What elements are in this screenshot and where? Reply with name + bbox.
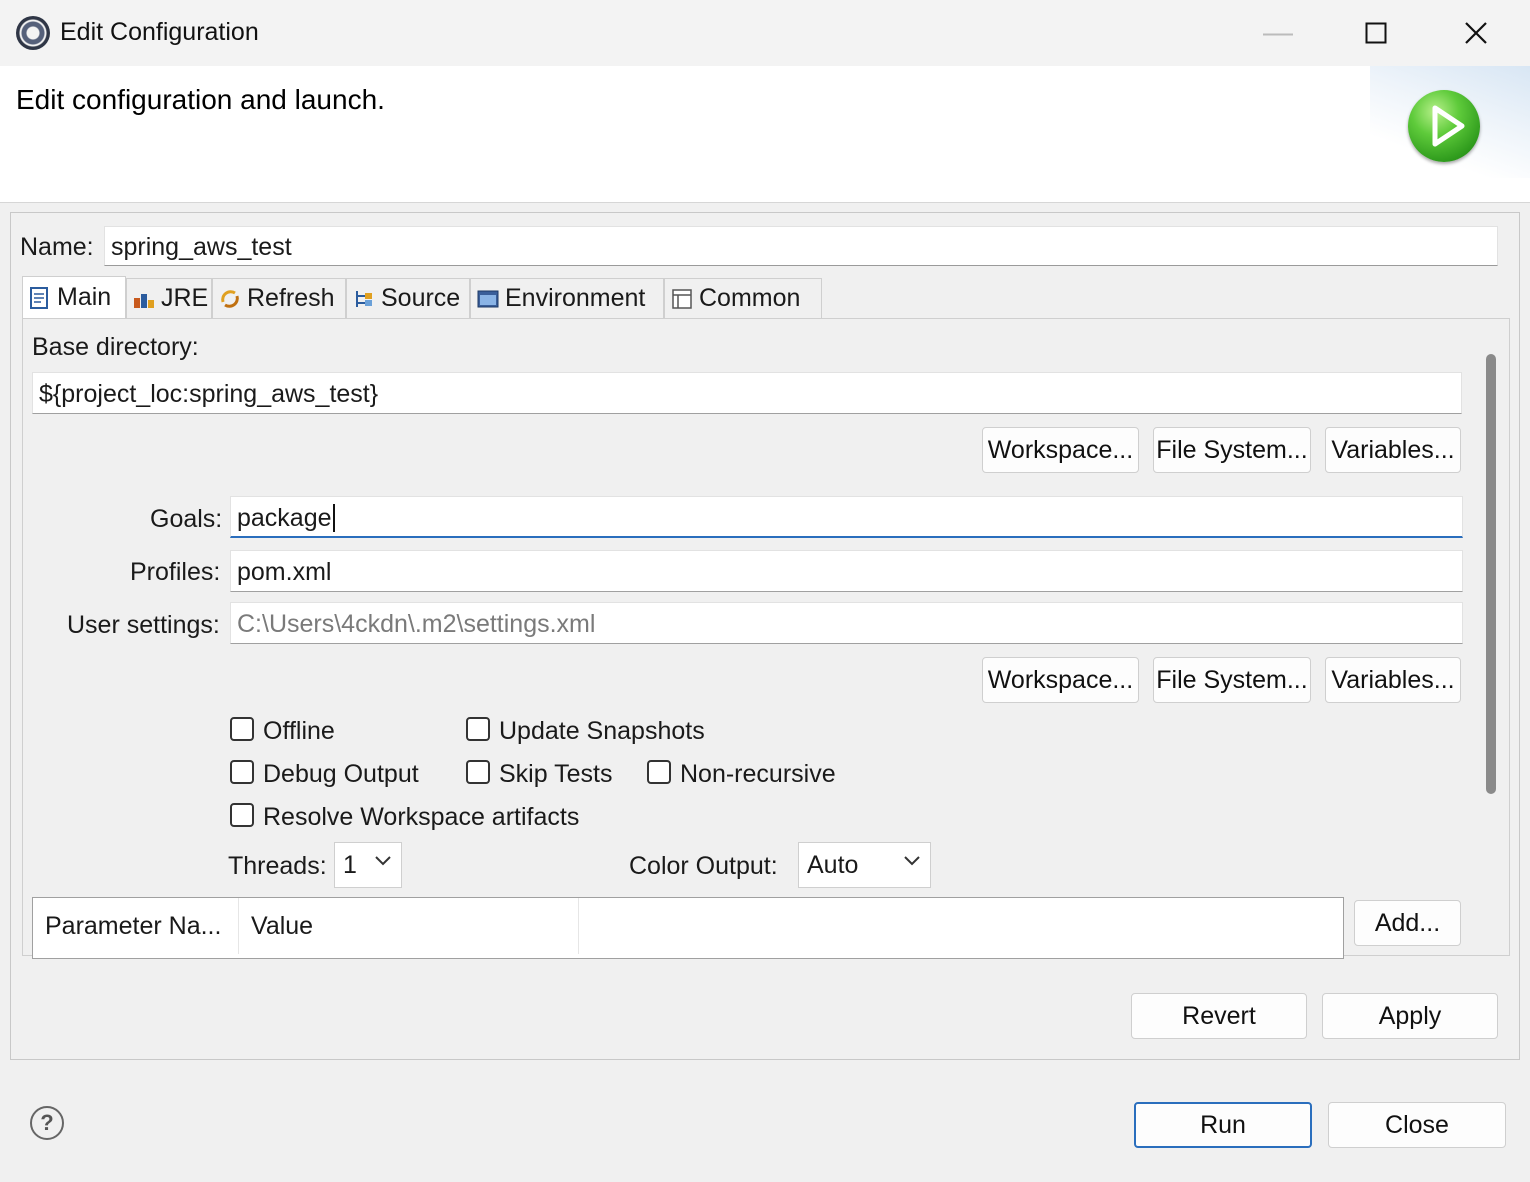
base-directory-label: Base directory: bbox=[32, 333, 199, 361]
environment-icon bbox=[477, 288, 499, 310]
eclipse-app-icon bbox=[16, 16, 50, 50]
color-output-select[interactable]: Auto bbox=[798, 842, 931, 888]
close-button[interactable]: Close bbox=[1328, 1102, 1506, 1148]
offline-label: Offline bbox=[263, 717, 335, 745]
maximize-button[interactable] bbox=[1330, 0, 1422, 66]
skip-tests-label: Skip Tests bbox=[499, 760, 613, 788]
goals-label: Goals: bbox=[150, 505, 223, 533]
goals-value: package bbox=[237, 504, 332, 532]
goals-input[interactable]: package bbox=[230, 496, 1463, 538]
tab-jre[interactable]: JRE bbox=[126, 278, 212, 318]
tab-label: Source bbox=[381, 284, 461, 312]
name-label: Name: bbox=[20, 233, 94, 261]
debug-output-label: Debug Output bbox=[263, 760, 419, 788]
profiles-input[interactable]: pom.xml bbox=[230, 550, 1463, 592]
source-icon bbox=[353, 288, 375, 310]
run-button[interactable]: Run bbox=[1134, 1102, 1312, 1148]
update-snapshots-label: Update Snapshots bbox=[499, 717, 705, 745]
header-banner: Edit configuration and launch. bbox=[0, 66, 1530, 203]
chevron-down-icon bbox=[904, 851, 920, 872]
tab-source[interactable]: Source bbox=[346, 278, 470, 318]
offline-checkbox[interactable] bbox=[230, 717, 254, 741]
tab-environment[interactable]: Environment bbox=[470, 278, 664, 318]
apply-button[interactable]: Apply bbox=[1322, 993, 1498, 1039]
column-header-value[interactable]: Value bbox=[239, 898, 579, 954]
column-header-parameter-name[interactable]: Parameter Na... bbox=[33, 898, 239, 954]
banner-title: Edit configuration and launch. bbox=[16, 84, 385, 115]
settings-workspace-button[interactable]: Workspace... bbox=[982, 657, 1139, 703]
tab-label: JRE bbox=[161, 284, 209, 312]
non-recursive-checkbox[interactable] bbox=[647, 760, 671, 784]
non-recursive-label: Non-recursive bbox=[680, 760, 836, 788]
debug-output-checkbox[interactable] bbox=[230, 760, 254, 784]
chevron-down-icon bbox=[375, 851, 391, 872]
common-icon bbox=[671, 288, 693, 310]
revert-button[interactable]: Revert bbox=[1131, 993, 1307, 1039]
parameters-table[interactable]: Parameter Na... Value bbox=[32, 897, 1344, 959]
resolve-workspace-checkbox[interactable] bbox=[230, 803, 254, 827]
maximize-icon bbox=[1365, 22, 1387, 44]
user-settings-label: User settings: bbox=[67, 611, 220, 639]
threads-select[interactable]: 1 bbox=[334, 842, 402, 888]
add-parameter-button[interactable]: Add... bbox=[1354, 900, 1461, 946]
run-launch-icon bbox=[1408, 90, 1480, 162]
minimize-button[interactable]: — bbox=[1232, 0, 1324, 66]
tab-label: Common bbox=[699, 284, 801, 312]
skip-tests-checkbox[interactable] bbox=[466, 760, 490, 784]
window-title: Edit Configuration bbox=[60, 18, 259, 46]
tab-label: Main bbox=[57, 283, 112, 311]
threads-label: Threads: bbox=[228, 852, 327, 880]
settings-variables-button[interactable]: Variables... bbox=[1325, 657, 1461, 703]
base-directory-input[interactable]: ${project_loc:spring_aws_test} bbox=[32, 372, 1462, 414]
refresh-icon bbox=[219, 288, 241, 310]
close-icon bbox=[1465, 22, 1487, 44]
base-filesystem-button[interactable]: File System... bbox=[1153, 427, 1311, 473]
tab-common[interactable]: Common bbox=[664, 278, 822, 318]
base-workspace-button[interactable]: Workspace... bbox=[982, 427, 1139, 473]
name-input[interactable]: spring_aws_test bbox=[104, 226, 1498, 266]
base-variables-button[interactable]: Variables... bbox=[1325, 427, 1461, 473]
profiles-label: Profiles: bbox=[130, 558, 221, 586]
settings-filesystem-button[interactable]: File System... bbox=[1153, 657, 1311, 703]
color-output-value: Auto bbox=[807, 850, 859, 879]
help-icon[interactable]: ? bbox=[30, 1106, 64, 1140]
tab-label: Refresh bbox=[247, 284, 335, 312]
tab-refresh[interactable]: Refresh bbox=[212, 278, 346, 318]
threads-value: 1 bbox=[343, 850, 357, 879]
close-window-button[interactable] bbox=[1430, 0, 1522, 66]
vertical-scrollbar[interactable] bbox=[1486, 354, 1496, 794]
tab-label: Environment bbox=[505, 284, 646, 312]
color-output-label: Color Output: bbox=[629, 852, 778, 880]
user-settings-input[interactable]: C:\Users\4ckdn\.m2\settings.xml bbox=[230, 602, 1463, 644]
tab-bar: Main JRE Refresh Source Environment Comm… bbox=[22, 276, 1508, 318]
main-tab-icon bbox=[29, 286, 51, 309]
update-snapshots-checkbox[interactable] bbox=[466, 717, 490, 741]
resolve-workspace-label: Resolve Workspace artifacts bbox=[263, 803, 580, 831]
tab-main[interactable]: Main bbox=[22, 276, 126, 318]
jre-icon bbox=[133, 288, 155, 310]
